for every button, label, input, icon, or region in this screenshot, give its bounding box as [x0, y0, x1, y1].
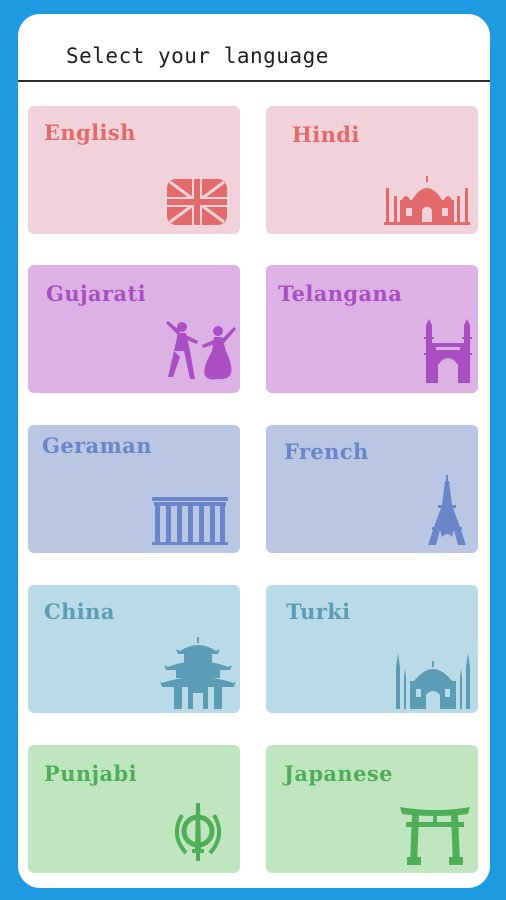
language-tile-japanese[interactable]: Japanese — [266, 745, 478, 873]
uk-flag-icon — [166, 178, 228, 226]
brandenburg-gate-icon — [152, 495, 228, 545]
language-label: Gujarati — [46, 281, 146, 306]
taj-mahal-icon — [382, 176, 472, 226]
torii-gate-icon — [400, 805, 470, 865]
page-title: Select your language — [66, 44, 329, 68]
mosque-icon — [394, 647, 472, 709]
language-label: English — [44, 120, 136, 145]
language-tile-turki[interactable]: Turki — [266, 585, 478, 713]
language-tile-english[interactable]: English — [28, 106, 240, 234]
language-tile-punjabi[interactable]: Punjabi — [28, 745, 240, 873]
language-tile-telangana[interactable]: Telangana — [266, 265, 478, 393]
language-label: Japanese — [284, 761, 393, 786]
language-tile-geraman[interactable]: Geraman — [28, 425, 240, 553]
language-tile-french[interactable]: French — [266, 425, 478, 553]
page-header: Select your language — [18, 14, 490, 82]
khanda-icon — [172, 801, 224, 863]
language-label: China — [44, 599, 115, 624]
language-label: Punjabi — [44, 761, 137, 786]
language-label: Hindi — [292, 122, 360, 147]
language-tile-hindi[interactable]: Hindi — [266, 106, 478, 234]
garba-dancers-icon — [164, 317, 240, 385]
language-selection-panel: Select your language English Hindi Gujar… — [18, 14, 490, 888]
language-tile-gujarati[interactable]: Gujarati — [28, 265, 240, 393]
language-label: French — [284, 439, 369, 464]
eiffel-tower-icon — [426, 475, 468, 545]
pagoda-icon — [160, 637, 236, 709]
charminar-icon — [424, 319, 472, 383]
language-label: Turki — [286, 599, 351, 624]
language-label: Geraman — [42, 433, 152, 458]
language-label: Telangana — [278, 281, 403, 306]
language-tile-china[interactable]: China — [28, 585, 240, 713]
